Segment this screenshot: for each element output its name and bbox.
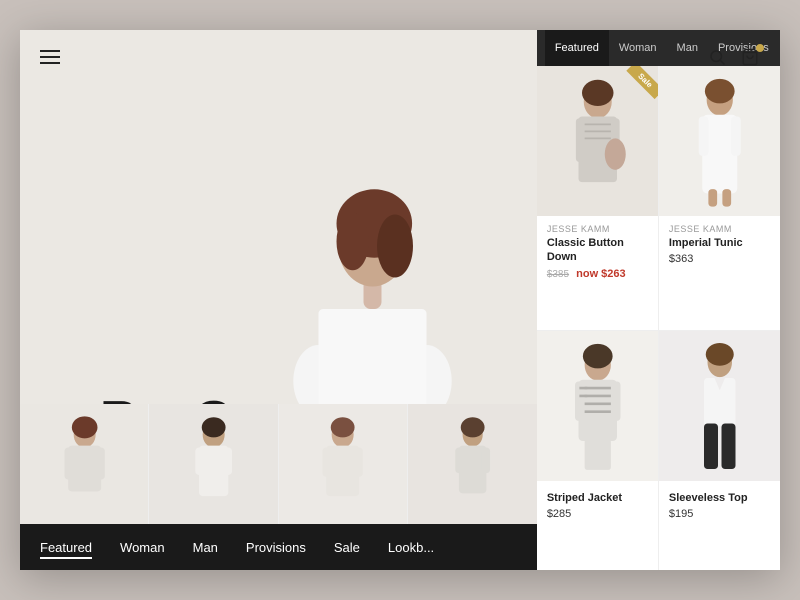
product-name-2: Imperial Tunic [669,236,770,250]
right-panel: Featured Woman Man Provisions Sale [537,30,780,570]
nav-featured[interactable]: Featured [40,540,92,555]
product-info-2: Jesse Kamm Imperial Tunic $363 [659,216,780,275]
product-image-3 [537,331,658,481]
sale-price-1: now $263 [576,268,626,280]
nav-sale[interactable]: Sale [334,540,360,555]
product-brand-1: Jesse Kamm [547,224,648,234]
thumbnail-4[interactable] [408,404,536,524]
product-price-2: $363 [669,253,770,265]
product-grid: Jesse Kamm Classic Button Down $385 now … [537,66,780,570]
search-icon[interactable] [708,48,726,71]
bottom-thumbnails [20,404,537,524]
product-info-1: Jesse Kamm Classic Button Down $385 now … [537,216,658,290]
nav-provisions[interactable]: Provisions [246,540,306,555]
panel-tab-sale[interactable]: Sale [779,30,780,66]
nav-woman[interactable]: Woman [120,540,165,555]
hamburger-menu[interactable] [40,50,60,64]
thumbnail-3[interactable] [279,404,407,524]
product-price-3: $285 [547,508,648,520]
thumbnail-1[interactable] [20,404,148,524]
nav-man[interactable]: Man [193,540,218,555]
cart-icon[interactable] [740,48,760,71]
original-price-1: $385 [547,269,569,280]
product-info-4: Sleeveless Top $195 [659,481,780,530]
product-card-3[interactable]: Striped Jacket $285 [537,331,658,570]
product-image-4 [659,331,780,481]
product-price-4: $195 [669,508,770,520]
panel-tab-featured[interactable]: Featured [545,30,609,66]
product-price-1: $385 now $263 [547,268,648,280]
product-brand-2: Jesse Kamm [669,224,770,234]
product-card-1[interactable]: Jesse Kamm Classic Button Down $385 now … [537,66,658,330]
browser-frame: Re+Co. [20,30,780,570]
product-info-3: Striped Jacket $285 [537,481,658,530]
product-name-4: Sleeveless Top [669,491,770,505]
panel-tab-woman[interactable]: Woman [609,30,667,66]
nav-lookbook[interactable]: Lookb... [388,540,434,555]
product-name-1: Classic Button Down [547,236,648,265]
bottom-navigation: Featured Woman Man Provisions Sale Lookb… [20,524,537,570]
product-card-4[interactable]: Sleeveless Top $195 [659,331,780,570]
top-icons [708,48,760,71]
product-image-1 [537,66,658,216]
product-card-2[interactable]: Jesse Kamm Imperial Tunic $363 [659,66,780,330]
product-image-2 [659,66,780,216]
product-name-3: Striped Jacket [547,491,648,505]
panel-tab-man[interactable]: Man [667,30,708,66]
thumbnail-2[interactable] [149,404,277,524]
